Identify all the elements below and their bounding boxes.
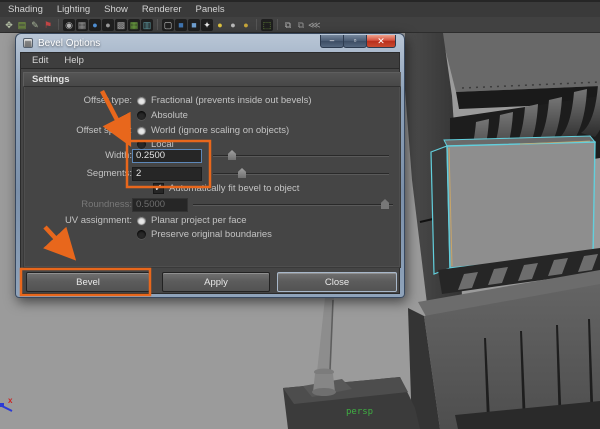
settings-section-header[interactable]: Settings — [23, 72, 401, 87]
bevel-button[interactable]: Bevel — [26, 272, 150, 292]
minimize-button-icon[interactable]: – — [320, 35, 344, 48]
dialog-menu-edit[interactable]: Edit — [25, 54, 55, 67]
graph-icon[interactable]: ✎ — [29, 19, 41, 31]
blue-cube-icon[interactable]: ■ — [175, 18, 187, 31]
segments-label: Segments: — [86, 168, 132, 179]
roundness-slider-track — [193, 204, 393, 206]
apply-button[interactable]: Apply — [162, 272, 270, 292]
offset-space-world-radio[interactable] — [137, 126, 146, 135]
offset-space-world-label: World (ignore scaling on objects) — [151, 125, 290, 136]
offset-type-absolute-radio[interactable] — [137, 111, 146, 120]
wire-sphere-icon[interactable]: ● — [102, 18, 114, 31]
maximize-button-icon[interactable]: ▫ — [343, 35, 367, 48]
camera-label: persp — [346, 407, 373, 417]
segments-slider-handle[interactable] — [238, 168, 246, 178]
gray-light-icon[interactable]: ● — [227, 19, 239, 31]
roundness-slider-handle — [381, 199, 389, 209]
width-input[interactable] — [132, 148, 202, 163]
menu-panels[interactable]: Panels — [196, 4, 225, 15]
key-icon[interactable]: ⚑ — [42, 19, 54, 31]
uv-preserve-radio[interactable] — [137, 230, 146, 239]
width-label: Width: — [105, 150, 132, 161]
share-icon[interactable]: ⋘ — [308, 19, 320, 31]
yellow-light-icon[interactable]: ● — [214, 19, 226, 31]
offset-type-fractional-label: Fractional (prevents inside out bevels) — [151, 95, 312, 106]
window-controls: – ▫ ✕ — [320, 35, 396, 48]
layer-book-icon[interactable]: ▤ — [16, 19, 28, 31]
roundness-input — [132, 197, 188, 212]
uv-planar-radio[interactable] — [137, 216, 146, 225]
uv-assignment-label: UV assignment: — [64, 215, 132, 226]
axis-x-label: x — [8, 396, 13, 405]
film-gate-icon[interactable]: ▦ — [76, 18, 88, 31]
close-button[interactable]: Close — [277, 272, 397, 292]
roundness-label: Roundness: — [81, 199, 132, 210]
segments-input[interactable] — [132, 166, 202, 181]
menu-lighting[interactable]: Lighting — [57, 4, 90, 15]
snap-select-icon[interactable]: ⬚ — [261, 18, 273, 31]
toolbar-separator — [277, 19, 278, 30]
offset-type-label: Offset type: — [83, 95, 132, 106]
film-strip-icon[interactable]: ▥ — [141, 18, 153, 31]
shaded-cube-icon[interactable]: ■ — [188, 18, 200, 31]
checker-icon[interactable]: ▩ — [115, 18, 127, 31]
menu-show[interactable]: Show — [104, 4, 128, 15]
copy-layer-icon[interactable]: ⧉ — [282, 19, 294, 31]
offset-space-label: Offset space: — [76, 125, 132, 136]
dialog-title: Bevel Options — [38, 37, 101, 49]
icon-toolbar: ✥ ▤ ✎ ⚑ ◉ ▦ ● ● ▩ ▦ ▥ ▢ ■ ■ ✦ ● ● ● ⬚ ⧉ ⧉ ⋘ — [0, 17, 600, 33]
offset-type-absolute-label: Absolute — [151, 110, 188, 121]
shaded-sphere-icon[interactable]: ● — [89, 18, 101, 31]
offset-type-fractional-radio[interactable] — [137, 96, 146, 105]
width-slider-handle[interactable] — [228, 150, 236, 160]
texture-grid-icon[interactable]: ▦ — [128, 18, 140, 31]
toolbar-separator — [256, 19, 257, 30]
close-button-icon[interactable]: ✕ — [366, 35, 396, 48]
menu-renderer[interactable]: Renderer — [142, 4, 182, 15]
maya-window: persp x Shading Lighting Show Renderer P… — [0, 0, 600, 429]
camera-icon[interactable]: ◉ — [63, 18, 75, 31]
width-slider-track[interactable] — [213, 155, 389, 157]
duplicate-icon[interactable]: ⧉ — [295, 19, 307, 31]
dialog-menu-help[interactable]: Help — [57, 54, 91, 67]
wire-cube-icon[interactable]: ▢ — [162, 18, 174, 31]
uv-planar-label: Planar project per face — [151, 215, 247, 226]
bevel-options-dialog: ▦ Bevel Options – ▫ ✕ Edit Help Settings… — [15, 33, 405, 298]
select-tool-icon[interactable]: ✥ — [3, 19, 15, 31]
amber-light-icon[interactable]: ● — [240, 19, 252, 31]
toolbar-separator — [58, 19, 59, 30]
panel-menu-bar: Shading Lighting Show Renderer Panels — [0, 0, 600, 17]
sparkle-icon[interactable]: ✦ — [201, 18, 213, 31]
toolbar-separator — [157, 19, 158, 30]
bevel-dialog-icon: ▦ — [23, 38, 33, 48]
menu-shading[interactable]: Shading — [8, 4, 43, 15]
uv-preserve-label: Preserve original boundaries — [151, 229, 272, 240]
dialog-menu-bar: Edit Help — [21, 53, 399, 69]
auto-fit-label: Automatically fit bevel to object — [169, 183, 300, 194]
auto-fit-checkbox[interactable]: ✓ — [153, 183, 164, 194]
